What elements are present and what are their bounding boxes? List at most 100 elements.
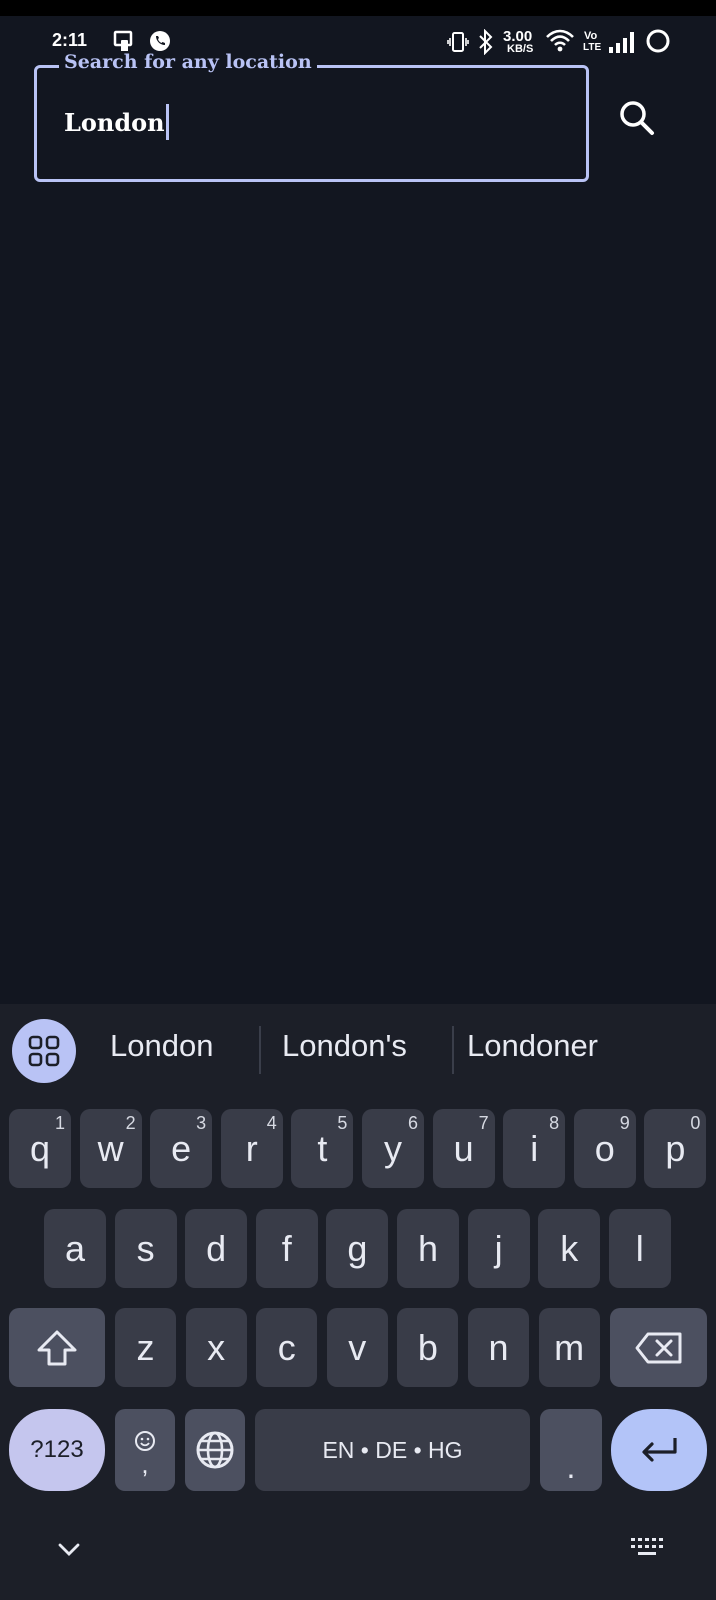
- key-label: y: [384, 1127, 402, 1169]
- suggestion-2[interactable]: London's: [282, 1028, 407, 1064]
- key-hint: 2: [125, 1113, 136, 1133]
- enter-key[interactable]: [611, 1409, 707, 1491]
- key-s[interactable]: s: [114, 1209, 177, 1288]
- key-k[interactable]: k: [538, 1209, 601, 1288]
- key-i[interactable]: i8: [503, 1109, 566, 1188]
- key-label: l: [635, 1227, 644, 1269]
- text-caret: [165, 103, 169, 140]
- net-speed-unit: KB/S: [507, 43, 534, 55]
- key-m[interactable]: m: [538, 1308, 600, 1387]
- key-label: z: [136, 1326, 155, 1368]
- key-label: e: [171, 1127, 192, 1169]
- shift-key[interactable]: [9, 1308, 105, 1387]
- key-g[interactable]: g: [326, 1209, 389, 1288]
- keyboard-apps-button[interactable]: [12, 1019, 76, 1083]
- search-input[interactable]: London: [64, 103, 169, 140]
- language-key[interactable]: [185, 1409, 245, 1491]
- key-label: j: [494, 1227, 503, 1269]
- backspace-key[interactable]: [610, 1308, 707, 1387]
- key-label: v: [348, 1326, 367, 1368]
- key-label: u: [453, 1127, 474, 1169]
- key-r[interactable]: r4: [220, 1109, 283, 1188]
- key-label: h: [417, 1227, 439, 1269]
- search-input-value: London: [64, 108, 165, 137]
- key-c[interactable]: c: [256, 1308, 318, 1387]
- bluetooth-icon: [479, 29, 493, 55]
- suggestion-divider: [259, 1026, 261, 1074]
- key-f[interactable]: f: [255, 1209, 318, 1288]
- key-label: m: [554, 1326, 585, 1368]
- key-x[interactable]: x: [185, 1308, 247, 1387]
- emoji-comma-key[interactable]: ,: [115, 1409, 175, 1491]
- wifi-icon: [546, 29, 574, 52]
- status-time: 2:11: [52, 30, 88, 50]
- enter-icon: [642, 1438, 677, 1462]
- key-label: g: [347, 1227, 368, 1269]
- shift-icon: [37, 1330, 77, 1365]
- search-icon: [620, 101, 654, 135]
- key-hint: 1: [54, 1113, 65, 1133]
- signal-icon: [609, 32, 634, 53]
- volte-bottom: LTE: [583, 42, 602, 53]
- key-b[interactable]: b: [397, 1308, 459, 1387]
- key-a[interactable]: a: [44, 1209, 106, 1288]
- vibrate-icon: [447, 32, 469, 52]
- battery-icon: [646, 29, 670, 53]
- keyboard-switch-icon[interactable]: [630, 1536, 664, 1558]
- key-hint: 9: [619, 1113, 630, 1133]
- hide-keyboard-chevron-icon[interactable]: [54, 1540, 84, 1560]
- apps-grid-icon: [28, 1035, 60, 1067]
- key-hint: 8: [549, 1113, 560, 1133]
- key-hint: 3: [196, 1113, 207, 1133]
- whatsapp-icon: [150, 31, 170, 51]
- key-p[interactable]: p0: [644, 1109, 707, 1188]
- key-label: c: [277, 1326, 296, 1368]
- symbols-key[interactable]: ?123: [9, 1409, 105, 1491]
- key-hint: 0: [690, 1113, 701, 1133]
- key-label: o: [594, 1127, 615, 1169]
- suggestion-3[interactable]: Londoner: [467, 1028, 598, 1064]
- key-hint: 5: [337, 1113, 348, 1133]
- search-field-label: Search for any location: [59, 51, 317, 73]
- key-label: i: [530, 1127, 539, 1169]
- suggestion-1[interactable]: London: [110, 1028, 213, 1064]
- space-key[interactable]: EN • DE • HG: [255, 1409, 530, 1491]
- key-label: t: [317, 1127, 328, 1169]
- key-z[interactable]: z: [115, 1308, 176, 1387]
- key-h[interactable]: h: [397, 1209, 459, 1288]
- search-button[interactable]: [612, 95, 662, 145]
- key-n[interactable]: n: [468, 1308, 529, 1387]
- volte-top: Vo: [584, 30, 598, 42]
- key-y[interactable]: y6: [362, 1109, 424, 1188]
- soft-keyboard: London London's Londoner q1w2e3r4t5y6u7i…: [0, 1004, 716, 1600]
- key-label: f: [281, 1227, 292, 1269]
- key-e[interactable]: e3: [150, 1109, 213, 1188]
- key-hint: 6: [407, 1113, 418, 1133]
- period-label: .: [566, 1449, 576, 1485]
- period-key[interactable]: .: [540, 1409, 602, 1491]
- key-j[interactable]: j: [467, 1209, 530, 1288]
- key-q[interactable]: q1: [9, 1109, 71, 1188]
- key-hint: 4: [266, 1113, 277, 1133]
- key-l[interactable]: l: [608, 1209, 671, 1288]
- key-label: x: [207, 1326, 226, 1368]
- key-label: b: [417, 1326, 438, 1368]
- key-label: w: [97, 1127, 124, 1169]
- key-hint: 7: [478, 1113, 489, 1133]
- key-label: s: [136, 1227, 155, 1269]
- key-label: d: [206, 1227, 227, 1269]
- key-u[interactable]: u7: [432, 1109, 495, 1188]
- key-t[interactable]: t5: [291, 1109, 354, 1188]
- key-label: r: [245, 1127, 258, 1169]
- key-label: a: [64, 1227, 86, 1269]
- comma-label: ,: [141, 1449, 149, 1479]
- key-w[interactable]: w2: [79, 1109, 142, 1188]
- key-label: n: [488, 1326, 509, 1368]
- key-label: k: [560, 1227, 579, 1269]
- key-v[interactable]: v: [326, 1308, 388, 1387]
- key-o[interactable]: o9: [573, 1109, 636, 1188]
- key-d[interactable]: d: [185, 1209, 248, 1288]
- key-label: p: [665, 1127, 686, 1169]
- key-label: q: [29, 1127, 51, 1169]
- suggestion-divider: [452, 1026, 454, 1074]
